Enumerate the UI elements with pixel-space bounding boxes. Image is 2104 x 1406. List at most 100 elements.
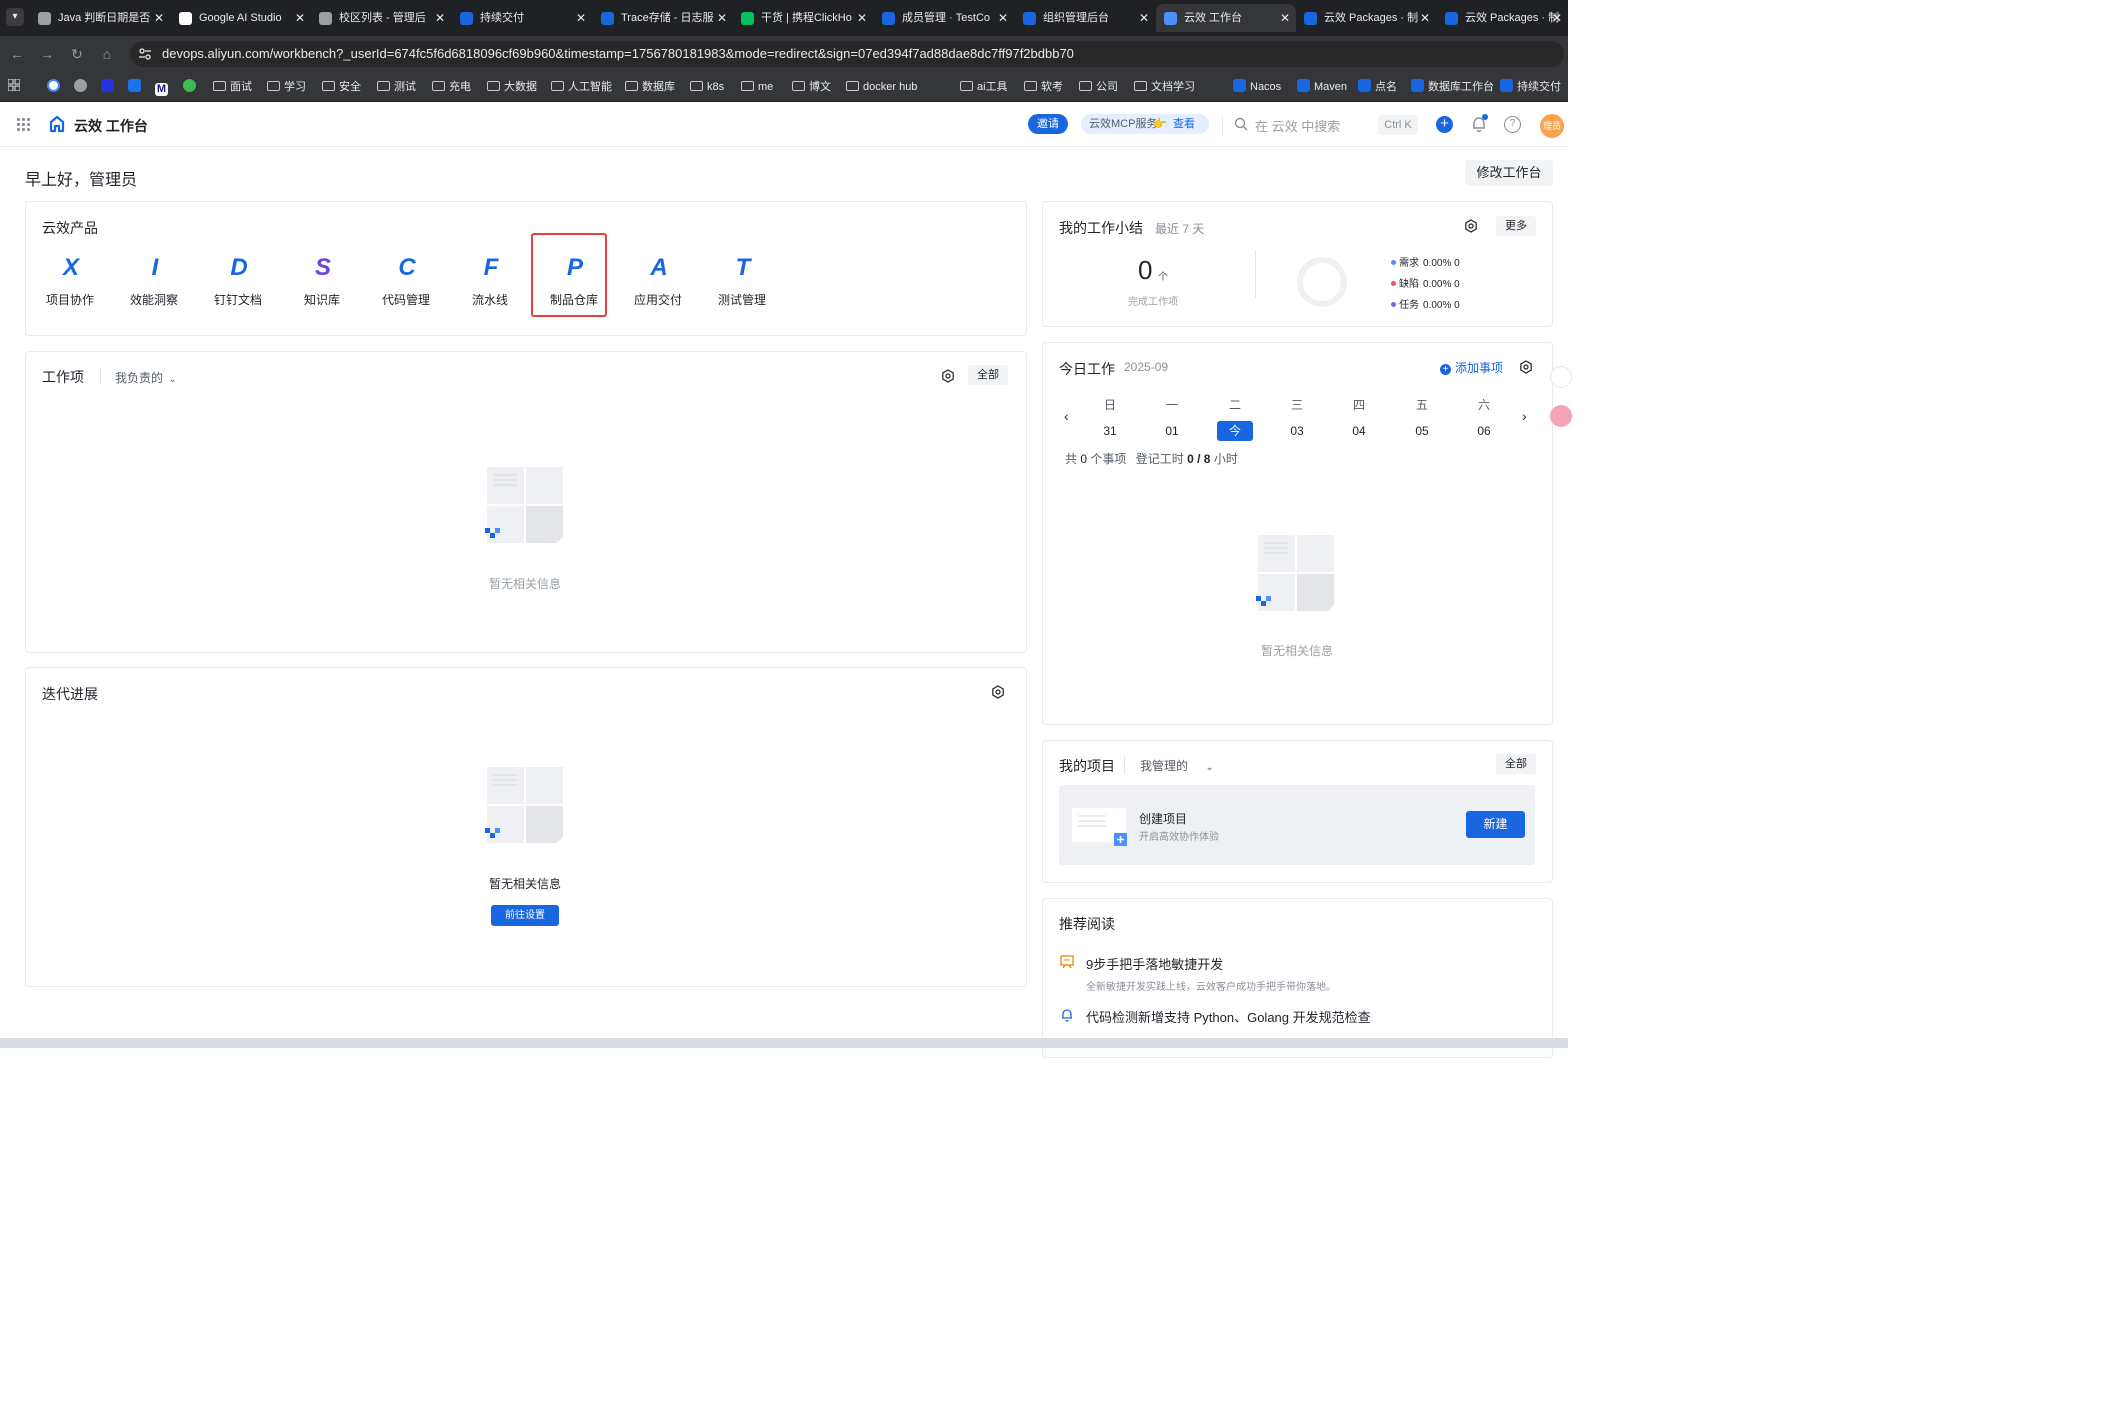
tab-search-dropdown-icon[interactable]: ▾ (6, 8, 24, 26)
paw-bookmark-icon[interactable] (101, 72, 118, 102)
yunxiao-logo-icon[interactable] (48, 115, 66, 133)
tab-close-icon[interactable]: ✕ (435, 4, 445, 32)
projects-all-button[interactable]: 全部 (1496, 754, 1536, 774)
bookmark-link[interactable]: 数据库工作台 (1411, 72, 1494, 102)
prev-week-chevron-icon[interactable]: ‹ (1064, 408, 1069, 424)
browser-tab[interactable]: Google AI Studio ✕ (171, 4, 311, 32)
network-bookmark-icon[interactable] (74, 72, 91, 102)
tab-close-icon[interactable]: ✕ (717, 4, 727, 32)
mcp-service-banner[interactable]: 云效MCP服务 👉 查看 (1081, 114, 1209, 134)
help-icon[interactable]: ? (1504, 116, 1521, 133)
calendar-day[interactable]: 31 (1095, 421, 1125, 441)
tab-close-icon[interactable]: ✕ (857, 4, 867, 32)
bookmark-link[interactable]: 点名 (1358, 72, 1397, 102)
bookmark-folder[interactable]: k8s (690, 72, 724, 102)
create-plus-icon[interactable]: + (1436, 116, 1453, 133)
bookmark-folder[interactable]: ai工具 (960, 72, 1008, 102)
browser-tab[interactable]: Java 判断日期是否 ✕ (30, 4, 170, 32)
product-item[interactable]: D 钉钉文档 (202, 255, 274, 315)
bookmark-folder[interactable]: 大数据 (487, 72, 537, 102)
home-icon[interactable]: ⌂ (98, 45, 116, 63)
next-week-chevron-icon[interactable]: › (1522, 408, 1527, 424)
tab-close-icon[interactable]: ✕ (1420, 4, 1430, 32)
bookmark-folder[interactable]: 数据库 (625, 72, 675, 102)
bookmark-folder[interactable]: 软考 (1024, 72, 1063, 102)
app-switcher-icon[interactable] (17, 118, 31, 132)
work-items-settings-icon[interactable] (941, 369, 955, 383)
goto-settings-button[interactable]: 前往设置 (491, 905, 559, 926)
product-item[interactable]: A 应用交付 (622, 255, 694, 315)
browser-tab[interactable]: 组织管理后台 ✕ (1015, 4, 1155, 32)
work-items-filter-dropdown[interactable]: 我负责的 ⌄ (115, 369, 177, 386)
floating-translate-icon[interactable] (1550, 405, 1572, 427)
bookmark-folder[interactable]: 测试 (377, 72, 416, 102)
tab-close-icon[interactable]: ✕ (154, 4, 164, 32)
leaf-bookmark-icon[interactable] (183, 72, 200, 102)
bookmark-folder[interactable]: 学习 (267, 72, 306, 102)
bookmark-link[interactable]: 持续交付 (1500, 72, 1561, 102)
browser-tab[interactable]: 云效 工作台 ✕ (1156, 4, 1296, 32)
floating-apps-icon[interactable] (1550, 366, 1572, 388)
bookmark-link[interactable]: Nacos (1233, 72, 1281, 102)
calendar-day[interactable]: 05 (1407, 421, 1437, 441)
bookmark-folder[interactable]: 充电 (432, 72, 471, 102)
site-info-icon[interactable] (138, 47, 152, 61)
forward-arrow-icon[interactable]: → (38, 45, 56, 63)
calendar-day[interactable]: 03 (1282, 421, 1312, 441)
product-item[interactable]: C 代码管理 (370, 255, 442, 315)
browser-tab[interactable]: 校区列表 - 管理后 ✕ (311, 4, 451, 32)
reload-icon[interactable]: ↻ (68, 45, 86, 63)
calendar-day[interactable]: 01 (1157, 421, 1187, 441)
bookmark-folder[interactable]: 面试 (213, 72, 252, 102)
tab-close-icon[interactable]: ✕ (295, 4, 305, 32)
browser-tab[interactable]: 云效 Packages · 制 ✕ (1437, 4, 1568, 32)
summary-more-button[interactable]: 更多 (1496, 216, 1536, 236)
summary-settings-icon[interactable] (1464, 219, 1478, 233)
app-title[interactable]: 云效 工作台 (74, 116, 148, 136)
mcp-view-link[interactable]: 查看 (1173, 114, 1195, 134)
user-avatar[interactable]: 理员 (1540, 114, 1564, 138)
search-icon[interactable] (1234, 117, 1248, 131)
bookmark-folder[interactable]: docker hub (846, 72, 917, 102)
m-bookmark-icon[interactable]: M (155, 72, 172, 102)
product-item[interactable]: F 流水线 (454, 255, 526, 315)
tab-close-icon[interactable]: ✕ (1280, 4, 1290, 32)
calendar-day[interactable]: 06 (1469, 421, 1499, 441)
url-text[interactable]: devops.aliyun.com/workbench?_userId=674f… (162, 41, 1074, 67)
google-bookmark-icon[interactable] (47, 72, 64, 102)
projects-filter-dropdown[interactable]: 我管理的 ⌄ (1140, 757, 1214, 774)
browser-tab[interactable]: 成员管理 · TestCo ✕ (874, 4, 1014, 32)
reading-item-title[interactable]: 9步手把手落地敏捷开发 (1086, 954, 1223, 973)
iterations-settings-icon[interactable] (991, 685, 1005, 699)
bookmark-link[interactable]: Maven (1297, 72, 1347, 102)
address-bar[interactable]: devops.aliyun.com/workbench?_userId=674f… (130, 41, 1564, 67)
work-items-all-button[interactable]: 全部 (968, 365, 1008, 385)
bookmark-folder[interactable]: 文档学习 (1134, 72, 1195, 102)
browser-tab[interactable]: 云效 Packages · 制 ✕ (1296, 4, 1436, 32)
browser-tab[interactable]: 干货 | 携程ClickHo ✕ (733, 4, 873, 32)
translate-bookmark-icon[interactable] (128, 72, 145, 102)
product-item[interactable]: T 测试管理 (706, 255, 778, 315)
product-item[interactable]: S 知识库 (286, 255, 358, 315)
calendar-today[interactable]: 今 (1217, 421, 1253, 441)
tab-close-icon[interactable]: ✕ (998, 4, 1008, 32)
tab-close-icon[interactable]: ✕ (1552, 4, 1562, 32)
bookmark-folder[interactable]: 安全 (322, 72, 361, 102)
edit-workbench-button[interactable]: 修改工作台 (1465, 160, 1553, 186)
reading-item-title[interactable]: 代码检测新增支持 Python、Golang 开发规范检查 (1086, 1007, 1371, 1026)
tab-close-icon[interactable]: ✕ (1139, 4, 1149, 32)
tab-close-icon[interactable]: ✕ (576, 4, 586, 32)
back-arrow-icon[interactable]: ← (8, 45, 26, 63)
calendar-day[interactable]: 04 (1344, 421, 1374, 441)
new-project-button[interactable]: 新建 (1466, 811, 1525, 838)
search-input[interactable]: 在 云效 中搜索 (1255, 116, 1340, 135)
browser-tab[interactable]: 持续交付 ✕ (452, 4, 592, 32)
browser-tab[interactable]: Trace存储 - 日志服 ✕ (593, 4, 733, 32)
invite-button[interactable]: 邀请 (1028, 114, 1068, 134)
apps-grid-icon[interactable] (7, 72, 21, 102)
bookmark-folder[interactable]: 博文 (792, 72, 831, 102)
bookmark-folder[interactable]: 人工智能 (551, 72, 612, 102)
product-item[interactable]: I 效能洞察 (118, 255, 190, 315)
today-settings-icon[interactable] (1519, 360, 1533, 374)
add-item-button[interactable]: + 添加事项 (1440, 359, 1503, 376)
